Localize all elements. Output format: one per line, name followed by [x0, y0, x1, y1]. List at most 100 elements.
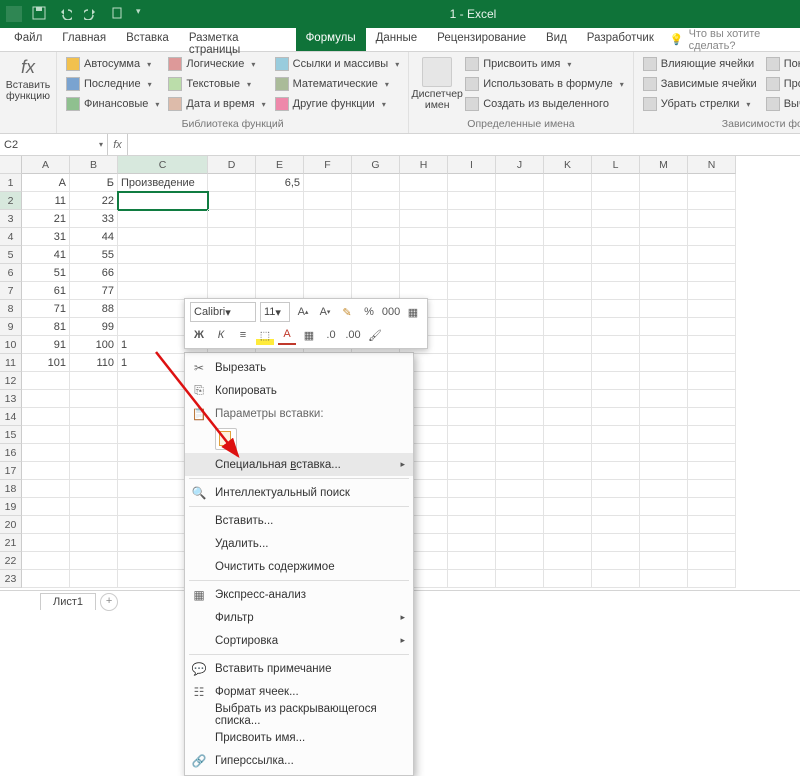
- cell-A6[interactable]: 51: [22, 264, 70, 282]
- cell-H5[interactable]: [400, 246, 448, 264]
- row-header-16[interactable]: 16: [0, 444, 22, 462]
- cell-K1[interactable]: [544, 174, 592, 192]
- logic-button[interactable]: Логические: [165, 54, 268, 74]
- cell-D3[interactable]: [208, 210, 256, 228]
- percent-icon[interactable]: %: [360, 302, 378, 322]
- cell-A14[interactable]: [22, 408, 70, 426]
- italic-icon[interactable]: К: [212, 325, 230, 345]
- tab-home[interactable]: Главная: [52, 28, 116, 51]
- cell-I5[interactable]: [448, 246, 496, 264]
- cell-J6[interactable]: [496, 264, 544, 282]
- cell-L15[interactable]: [592, 426, 640, 444]
- show-formulas-button[interactable]: Показать формулы: [763, 54, 800, 74]
- ctx-insert-comment[interactable]: 💬Вставить примечание: [185, 657, 413, 680]
- cell-J1[interactable]: [496, 174, 544, 192]
- cell-K19[interactable]: [544, 498, 592, 516]
- decrease-decimal-icon[interactable]: .0: [322, 325, 340, 345]
- error-check-button[interactable]: Проверка наличия о: [763, 74, 800, 94]
- cell-J5[interactable]: [496, 246, 544, 264]
- cell-M11[interactable]: [640, 354, 688, 372]
- name-manager-button[interactable]: Диспетчер имен: [415, 54, 459, 111]
- remove-arrows-button[interactable]: Убрать стрелки: [640, 94, 760, 114]
- cell-N7[interactable]: [688, 282, 736, 300]
- cell-I22[interactable]: [448, 552, 496, 570]
- cell-M17[interactable]: [640, 462, 688, 480]
- row-header-15[interactable]: 15: [0, 426, 22, 444]
- cell-J19[interactable]: [496, 498, 544, 516]
- cell-L23[interactable]: [592, 570, 640, 588]
- cell-M23[interactable]: [640, 570, 688, 588]
- cell-I14[interactable]: [448, 408, 496, 426]
- ctx-define-name[interactable]: Присвоить имя...: [185, 726, 413, 749]
- row-header-8[interactable]: 8: [0, 300, 22, 318]
- cell-A10[interactable]: 91: [22, 336, 70, 354]
- cell-D4[interactable]: [208, 228, 256, 246]
- cell-A17[interactable]: [22, 462, 70, 480]
- cell-K8[interactable]: [544, 300, 592, 318]
- col-header-I[interactable]: I: [448, 156, 496, 174]
- cell-I18[interactable]: [448, 480, 496, 498]
- tab-dev[interactable]: Разработчик: [577, 28, 664, 51]
- cell-J20[interactable]: [496, 516, 544, 534]
- cell-M12[interactable]: [640, 372, 688, 390]
- cell-E2[interactable]: [256, 192, 304, 210]
- cell-L2[interactable]: [592, 192, 640, 210]
- cell-N19[interactable]: [688, 498, 736, 516]
- cell-M4[interactable]: [640, 228, 688, 246]
- cell-M2[interactable]: [640, 192, 688, 210]
- cell-B6[interactable]: 66: [70, 264, 118, 282]
- row-header-2[interactable]: 2: [0, 192, 22, 210]
- cell-K17[interactable]: [544, 462, 592, 480]
- row-header-6[interactable]: 6: [0, 264, 22, 282]
- ctx-insert[interactable]: Вставить...: [185, 509, 413, 532]
- row-header-3[interactable]: 3: [0, 210, 22, 228]
- math-button[interactable]: Математические: [272, 74, 403, 94]
- cell-B7[interactable]: 77: [70, 282, 118, 300]
- cell-E4[interactable]: [256, 228, 304, 246]
- row-header-4[interactable]: 4: [0, 228, 22, 246]
- cell-G5[interactable]: [352, 246, 400, 264]
- format-painter-icon[interactable]: ✎: [338, 302, 356, 322]
- cell-K23[interactable]: [544, 570, 592, 588]
- cell-I4[interactable]: [448, 228, 496, 246]
- bold-icon[interactable]: Ж: [190, 325, 208, 345]
- cell-G6[interactable]: [352, 264, 400, 282]
- cell-J18[interactable]: [496, 480, 544, 498]
- fill-color-icon[interactable]: ⬚: [256, 325, 274, 345]
- cell-J11[interactable]: [496, 354, 544, 372]
- ctx-quick-analysis[interactable]: ▦Экспресс-анализ: [185, 583, 413, 606]
- tab-data[interactable]: Данные: [366, 28, 428, 51]
- cell-I17[interactable]: [448, 462, 496, 480]
- cell-I10[interactable]: [448, 336, 496, 354]
- cell-J10[interactable]: [496, 336, 544, 354]
- fx-icon[interactable]: fx: [108, 134, 128, 155]
- cell-L5[interactable]: [592, 246, 640, 264]
- comma-icon[interactable]: 000: [382, 302, 400, 322]
- tab-layout[interactable]: Разметка страницы: [179, 28, 296, 51]
- paste-default-icon[interactable]: [215, 428, 237, 450]
- cell-J23[interactable]: [496, 570, 544, 588]
- cell-A20[interactable]: [22, 516, 70, 534]
- col-header-A[interactable]: A: [22, 156, 70, 174]
- cell-I23[interactable]: [448, 570, 496, 588]
- save-icon[interactable]: [32, 6, 48, 22]
- text-button[interactable]: Текстовые: [165, 74, 268, 94]
- cell-N4[interactable]: [688, 228, 736, 246]
- cell-I9[interactable]: [448, 318, 496, 336]
- cell-N6[interactable]: [688, 264, 736, 282]
- redo-icon[interactable]: [84, 6, 100, 22]
- datetime-button[interactable]: Дата и время: [165, 94, 268, 114]
- ctx-copy[interactable]: ⎘Копировать: [185, 379, 413, 402]
- cell-M6[interactable]: [640, 264, 688, 282]
- cell-N22[interactable]: [688, 552, 736, 570]
- cell-L10[interactable]: [592, 336, 640, 354]
- select-all-corner[interactable]: [0, 156, 22, 174]
- recent-button[interactable]: Последние: [63, 74, 162, 94]
- col-header-J[interactable]: J: [496, 156, 544, 174]
- ctx-delete[interactable]: Удалить...: [185, 532, 413, 555]
- cell-M15[interactable]: [640, 426, 688, 444]
- cell-K10[interactable]: [544, 336, 592, 354]
- cell-H2[interactable]: [400, 192, 448, 210]
- cell-K5[interactable]: [544, 246, 592, 264]
- cell-N12[interactable]: [688, 372, 736, 390]
